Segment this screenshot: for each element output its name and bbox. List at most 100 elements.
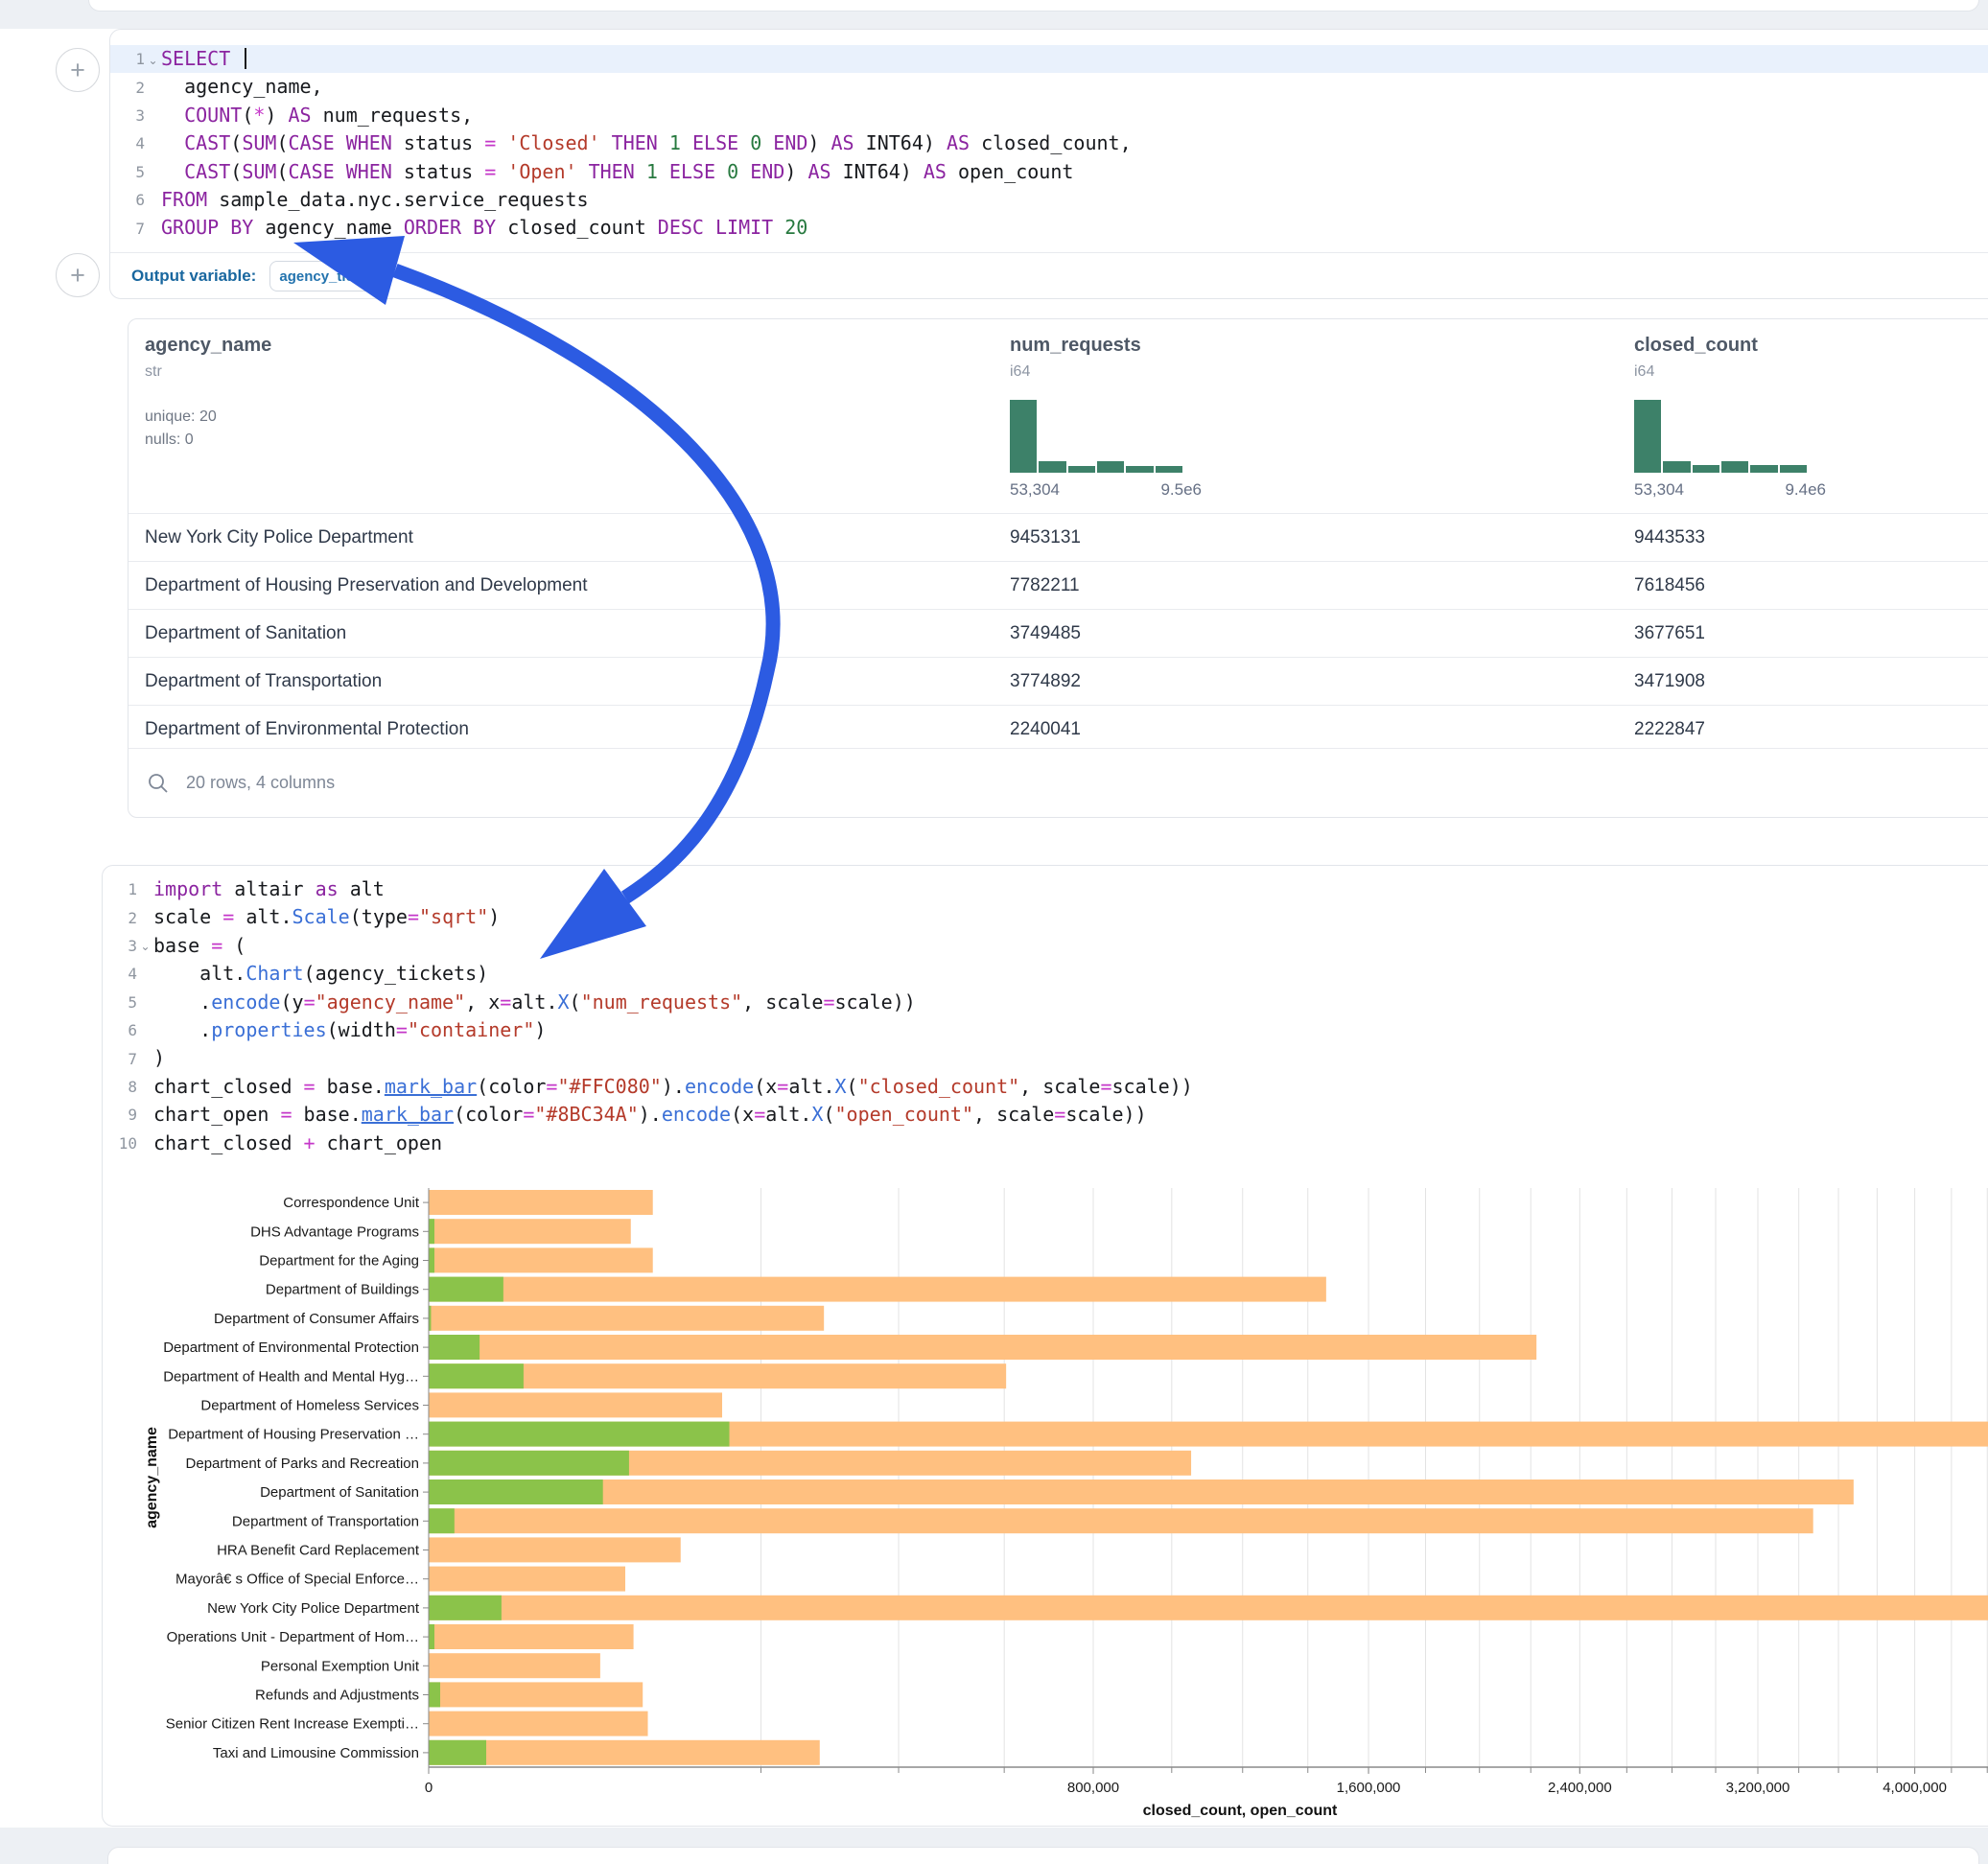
open-count-bar xyxy=(429,1247,434,1272)
column-name: closed_count xyxy=(1634,335,1758,357)
column-type: i64 xyxy=(1634,363,1758,381)
open-count-bar xyxy=(429,1451,629,1476)
sql-cell: 1⌄SELECT 2 agency_name,3 COUNT(*) AS num… xyxy=(109,29,1988,299)
y-axis-label: Department for the Aging xyxy=(259,1253,419,1270)
histogram-range-labels: 53,3049.4e6 xyxy=(1634,480,1826,500)
open-count-bar xyxy=(429,1277,503,1302)
column-type: i64 xyxy=(1010,363,1141,381)
add-cell-button[interactable]: + xyxy=(56,48,100,92)
column-histogram xyxy=(1634,400,1807,473)
table-cell: 9453131 xyxy=(1010,527,1081,548)
code-text: FROM sample_data.nyc.service_requests xyxy=(161,186,589,214)
output-variable-pill[interactable]: agency_tickets xyxy=(269,261,387,291)
histogram-bar xyxy=(1721,461,1748,473)
column-type: str xyxy=(145,363,271,381)
search-icon[interactable] xyxy=(147,772,170,795)
open-count-bar xyxy=(429,1596,502,1620)
output-variable-value: agency_tickets xyxy=(279,268,383,285)
altair-bar-chart: Correspondence UnitDHS Advantage Program… xyxy=(103,1182,1988,1825)
closed-count-bar xyxy=(429,1682,643,1707)
notebook-page: + + 1⌄SELECT 2 agency_name,3 COUNT(*) AS… xyxy=(0,0,1988,1864)
code-line: 3 COUNT(*) AS num_requests, xyxy=(110,102,1988,129)
table-cell: 3471908 xyxy=(1634,671,1705,692)
table-footer: 20 rows, 4 columns xyxy=(129,748,1988,817)
histogram-bar xyxy=(1039,461,1065,473)
open-count-bar xyxy=(429,1508,455,1533)
line-number: 5 xyxy=(103,993,137,1012)
y-axis-label: Department of Sanitation xyxy=(260,1484,419,1501)
code-line: 1⌄SELECT xyxy=(110,45,1988,73)
output-variable-label: Output variable: xyxy=(131,267,256,286)
closed-count-bar xyxy=(429,1306,824,1331)
y-axis-label: Personal Exemption Unit xyxy=(261,1658,420,1674)
histogram-bar xyxy=(1068,466,1095,473)
code-fold-icon[interactable]: ⌄ xyxy=(145,54,161,67)
closed-count-bar xyxy=(429,1740,820,1765)
closed-count-bar xyxy=(429,1537,681,1562)
code-text: CAST(SUM(CASE WHEN status = 'Closed' THE… xyxy=(161,129,1132,157)
code-line: 5 .encode(y="agency_name", x=alt.X("num_… xyxy=(103,989,1988,1016)
open-count-bar xyxy=(429,1740,486,1765)
line-number: 5 xyxy=(110,163,145,181)
table-cell: Department of Sanitation xyxy=(145,623,346,644)
code-text: chart_open = base.mark_bar(color="#8BC34… xyxy=(153,1101,1147,1129)
line-number: 2 xyxy=(110,79,145,97)
add-cell-button[interactable]: + xyxy=(56,253,100,297)
line-number: 9 xyxy=(103,1106,137,1124)
result-table: agency_namestrunique: 20nulls: 0num_requ… xyxy=(128,318,1988,818)
y-axis-label: Operations Unit - Department of Hom… xyxy=(167,1629,419,1645)
column-header-num_requests[interactable]: num_requests i64 xyxy=(1010,335,1141,381)
y-axis-label: Senior Citizen Rent Increase Exempti… xyxy=(166,1716,419,1733)
x-tick-label: 1,600,000 xyxy=(1337,1780,1401,1796)
y-axis-label: Taxi and Limousine Commission xyxy=(213,1745,419,1761)
y-axis-label: Department of Environmental Protection xyxy=(163,1340,419,1356)
open-count-bar xyxy=(429,1624,434,1649)
code-text: scale = alt.Scale(type="sqrt") xyxy=(153,903,500,931)
y-axis-label: Department of Homeless Services xyxy=(200,1398,419,1414)
table-row: Department of Transportation 3774892 34719… xyxy=(129,657,1988,705)
table-body: New York City Police Department945313194… xyxy=(129,513,1988,753)
table-row: Department of Sanitation 3749485 3677651 xyxy=(129,609,1988,657)
line-number: 1 xyxy=(110,50,145,68)
previous-cell-edge xyxy=(88,0,1979,12)
y-axis-label: Correspondence Unit xyxy=(283,1195,420,1211)
line-number: 6 xyxy=(103,1021,137,1039)
sql-code-editor[interactable]: 1⌄SELECT 2 agency_name,3 COUNT(*) AS num… xyxy=(110,45,1988,243)
table-cell: 9443533 xyxy=(1634,527,1705,548)
table-cell: 3774892 xyxy=(1010,671,1081,692)
table-cell: Department of Transportation xyxy=(145,671,382,692)
code-line: 8chart_closed = base.mark_bar(color="#FF… xyxy=(103,1073,1988,1101)
column-stats: unique: 20nulls: 0 xyxy=(145,406,271,452)
closed-count-bar xyxy=(429,1596,1988,1620)
code-fold-icon[interactable]: ⌄ xyxy=(137,940,153,953)
line-number: 4 xyxy=(110,134,145,152)
line-number: 3 xyxy=(103,937,137,955)
column-name: num_requests xyxy=(1010,335,1141,357)
code-text: SELECT xyxy=(161,45,246,73)
table-row: Department of Housing Preservation and D… xyxy=(129,561,1988,609)
open-count-bar xyxy=(429,1682,440,1707)
closed-count-bar xyxy=(429,1480,1854,1504)
line-number: 3 xyxy=(110,106,145,125)
y-axis-label: Department of Consumer Affairs xyxy=(214,1311,419,1327)
open-count-bar xyxy=(429,1219,434,1244)
closed-count-bar xyxy=(429,1219,631,1244)
code-text: CAST(SUM(CASE WHEN status = 'Open' THEN … xyxy=(161,158,1073,186)
column-header-closed_count[interactable]: closed_count i64 xyxy=(1634,335,1758,381)
table-row: Department of Environmental Protection22… xyxy=(129,705,1988,753)
histogram-bar xyxy=(1693,465,1719,473)
y-axis-title: agency_name xyxy=(144,1427,160,1528)
table-cell: 3677651 xyxy=(1634,623,1705,644)
closed-count-bar xyxy=(429,1277,1326,1302)
next-cell-edge xyxy=(107,1847,1979,1864)
y-axis-label: Department of Health and Mental Hyg… xyxy=(163,1368,419,1385)
code-text: GROUP BY agency_name ORDER BY closed_cou… xyxy=(161,214,807,242)
column-header-agency_name[interactable]: agency_namestrunique: 20nulls: 0 xyxy=(145,335,271,452)
x-axis-title: closed_count, open_count xyxy=(1143,1803,1338,1819)
table-cell: 3749485 xyxy=(1010,623,1081,644)
column-histogram xyxy=(1010,400,1182,473)
histogram-bar xyxy=(1634,400,1661,473)
python-code-editor[interactable]: 1import altair as alt2scale = alt.Scale(… xyxy=(103,875,1988,1157)
python-cell: 1import altair as alt2scale = alt.Scale(… xyxy=(102,865,1988,1827)
histogram-bar xyxy=(1010,400,1037,473)
